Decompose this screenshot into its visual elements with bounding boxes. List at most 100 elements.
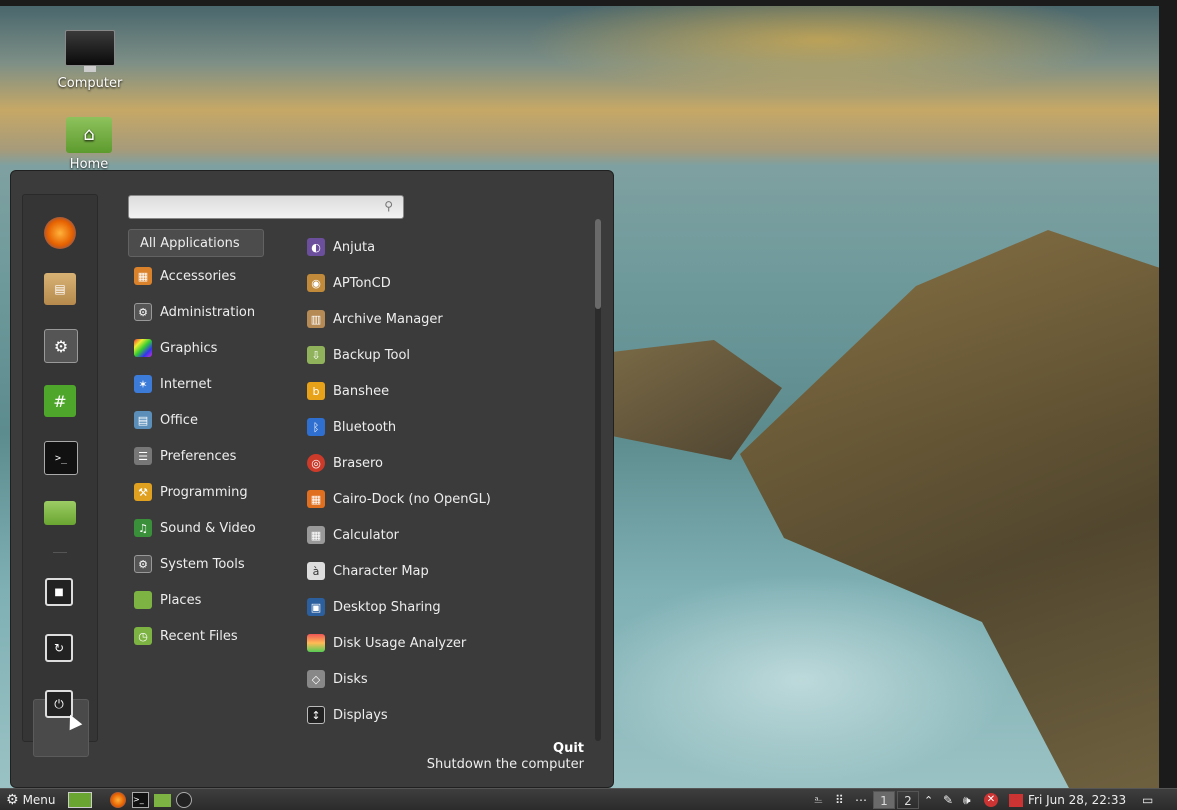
- show-desktop-icon: [68, 792, 92, 808]
- favorite-terminal[interactable]: >_: [44, 441, 78, 475]
- favorite-firefox[interactable]: [44, 217, 76, 249]
- update-shield-icon[interactable]: ✕: [984, 791, 998, 809]
- recent-folder-icon: ◷: [134, 627, 152, 645]
- app-label: APTonCD: [333, 275, 391, 291]
- cairo-dock-icon: ▦: [307, 490, 325, 508]
- app-label: Disks: [333, 671, 368, 687]
- app-archive-manager[interactable]: ▥ Archive Manager: [307, 305, 443, 333]
- category-all-applications[interactable]: All Applications: [128, 229, 264, 257]
- search-box[interactable]: ⚲: [128, 195, 404, 219]
- category-administration[interactable]: ⚙ Administration: [128, 298, 264, 326]
- shield-icon: ✕: [984, 793, 998, 807]
- app-label: Displays: [333, 707, 388, 723]
- app-aptoncd[interactable]: ◉ APTonCD: [307, 269, 391, 297]
- category-office[interactable]: ▤ Office: [128, 406, 264, 434]
- desktop-icon-home[interactable]: ⌂ Home: [49, 117, 129, 172]
- category-internet[interactable]: ✶ Internet: [128, 370, 264, 398]
- power-icon: ⏻: [54, 696, 64, 711]
- grid-icon[interactable]: ⠿: [835, 791, 844, 809]
- launcher-media[interactable]: [176, 791, 192, 809]
- preferences-icon: ☰: [134, 447, 152, 465]
- category-label: Recent Files: [160, 628, 238, 644]
- search-input[interactable]: [129, 196, 367, 216]
- app-label: Character Map: [333, 563, 429, 579]
- internet-icon: ✶: [134, 375, 152, 393]
- workspace-2[interactable]: 2: [897, 791, 919, 809]
- category-system-tools[interactable]: ⚙ System Tools: [128, 550, 264, 578]
- app-character-map[interactable]: à Character Map: [307, 557, 429, 585]
- app-bluetooth[interactable]: ᛒ Bluetooth: [307, 413, 396, 441]
- terminal-icon: >_: [54, 452, 68, 464]
- category-accessories[interactable]: ▦ Accessories: [128, 262, 264, 290]
- logout-button[interactable]: ↻: [45, 634, 73, 662]
- quit-tooltip-description: Shutdown the computer: [426, 757, 584, 772]
- firefox-icon: [110, 792, 126, 808]
- app-cairo-dock[interactable]: ▦ Cairo-Dock (no OpenGL): [307, 485, 491, 513]
- app-label: Desktop Sharing: [333, 599, 441, 615]
- graphics-icon: [134, 339, 152, 357]
- desktop-icon-computer[interactable]: Computer: [50, 30, 130, 91]
- category-programming[interactable]: ⚒ Programming: [128, 478, 264, 506]
- app-banshee[interactable]: b Banshee: [307, 377, 389, 405]
- category-label: Preferences: [160, 448, 237, 464]
- category-graphics[interactable]: Graphics: [128, 334, 264, 362]
- app-calculator[interactable]: ▦ Calculator: [307, 521, 399, 549]
- app-label: Brasero: [333, 455, 384, 471]
- app-backup-tool[interactable]: ⇩ Backup Tool: [307, 341, 410, 369]
- clock-label: Fri Jun 28, 22:33: [1028, 793, 1127, 807]
- app-label: Anjuta: [333, 239, 376, 255]
- places-folder-icon: [134, 591, 152, 609]
- app-brasero[interactable]: ◎ Brasero: [307, 449, 383, 477]
- applications-scrollbar-thumb[interactable]: [595, 219, 601, 309]
- app-disk-usage-analyzer[interactable]: Disk Usage Analyzer: [307, 629, 466, 657]
- notification-icon[interactable]: ▭: [1142, 791, 1153, 809]
- application-menu: ▤ ⚙ # >_ ■ ↻ ⏻ ⚲ All Applications ▦ Acce…: [10, 170, 614, 788]
- app-disks[interactable]: ◇ Disks: [307, 665, 368, 693]
- tray-expand-icon[interactable]: ⌃: [924, 791, 933, 809]
- favorite-hexchat[interactable]: #: [44, 385, 76, 417]
- backup-icon: ⇩: [307, 346, 325, 364]
- character-map-icon: à: [307, 562, 325, 580]
- launcher-files[interactable]: [154, 791, 171, 809]
- favorite-system-settings[interactable]: ⚙: [44, 329, 78, 363]
- programming-icon: ⚒: [134, 483, 152, 501]
- lock-screen-button[interactable]: ■: [45, 578, 73, 606]
- category-label: Office: [160, 412, 198, 428]
- show-desktop-button[interactable]: [68, 791, 92, 809]
- cinnamon-gear-icon: ⚙: [6, 792, 19, 808]
- app-displays[interactable]: ↕ Displays: [307, 701, 388, 729]
- category-label: Sound & Video: [160, 520, 256, 536]
- category-sound-video[interactable]: ♫ Sound & Video: [128, 514, 264, 542]
- app-label: Bluetooth: [333, 419, 397, 435]
- app-label: Disk Usage Analyzer: [333, 635, 467, 651]
- volume-icon[interactable]: 🕪: [963, 791, 971, 809]
- category-recent-files[interactable]: ◷ Recent Files: [128, 622, 264, 650]
- category-label: Graphics: [160, 340, 218, 356]
- menu-button-label: Menu: [22, 793, 56, 807]
- app-label: Cairo-Dock (no OpenGL): [333, 491, 491, 507]
- tray-tool-icon[interactable]: ✎: [943, 791, 953, 809]
- app-anjuta[interactable]: ◐ Anjuta: [307, 233, 375, 261]
- window-list-icon[interactable]: ⎁: [814, 791, 823, 809]
- category-preferences[interactable]: ☰ Preferences: [128, 442, 264, 470]
- home-folder-icon: ⌂: [66, 117, 112, 153]
- clock-applet[interactable]: Fri Jun 28, 22:33: [1009, 791, 1126, 809]
- launcher-terminal[interactable]: >_: [132, 791, 149, 809]
- launcher-firefox[interactable]: [110, 791, 126, 809]
- taskbar: ⚙ Menu >_ ⎁ ⠿ ⋯ 1 2 ⌃ ✎ 🕪 ✕ Fri Jun 28, …: [0, 788, 1177, 810]
- logout-icon: ↻: [53, 641, 65, 655]
- calculator-app-icon: ▦: [307, 526, 325, 544]
- category-label: All Applications: [140, 235, 240, 251]
- favorite-software-manager[interactable]: ▤: [44, 273, 76, 305]
- search-icon: ⚲: [384, 199, 393, 213]
- workspace-1[interactable]: 1: [873, 791, 895, 809]
- app-label: Banshee: [333, 383, 390, 399]
- gear-icon: ⚙: [53, 336, 69, 356]
- more-icon[interactable]: ⋯: [855, 791, 867, 809]
- category-label: Accessories: [160, 268, 237, 284]
- favorite-files[interactable]: [44, 501, 76, 525]
- category-places[interactable]: Places: [128, 586, 264, 614]
- menu-button[interactable]: ⚙ Menu: [6, 791, 56, 809]
- calculator-icon: ▦: [134, 267, 152, 285]
- app-desktop-sharing[interactable]: ▣ Desktop Sharing: [307, 593, 441, 621]
